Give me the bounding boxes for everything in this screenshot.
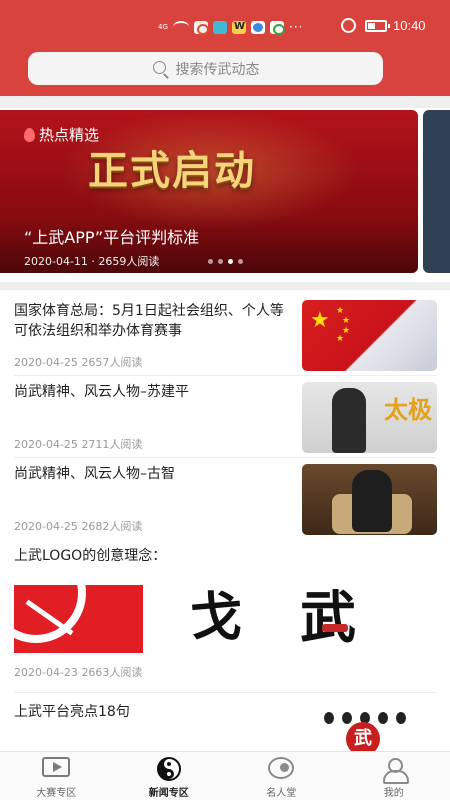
tab-label: 我的 <box>383 788 404 799</box>
news-date: 2020-04-25 <box>14 520 78 533</box>
figure-icon <box>324 712 334 724</box>
section-gap <box>0 282 450 290</box>
news-meta: 2020-04-23 2663人阅读 <box>14 664 142 680</box>
news-thumbnail[interactable]: 武 <box>318 708 418 756</box>
figure-icon <box>396 712 406 724</box>
banner-title[interactable]: “上武APP”平台评判标准 <box>24 224 199 248</box>
logo-calligraphy-wu: 武 <box>300 584 356 652</box>
tab-competition[interactable]: 大赛专区 <box>0 752 113 800</box>
logo-wu-char: 武 <box>300 585 356 651</box>
tab-hall-of-fame[interactable]: 名人堂 <box>225 752 338 800</box>
carousel-dot[interactable] <box>208 259 213 264</box>
news-title[interactable]: 尚武精神、风云人物–苏建平 <box>14 382 296 402</box>
more-dots-icon: ··· <box>289 20 304 34</box>
figure-icon <box>342 712 352 724</box>
wifi-icon <box>173 21 189 33</box>
search-placeholder: 搜索传武动态 <box>175 61 260 78</box>
news-thumbnail[interactable] <box>302 464 437 535</box>
clock: 10:40 <box>393 18 426 33</box>
news-meta: 2020-04-25 2711人阅读 <box>14 436 142 452</box>
news-title[interactable]: 上武平台亮点18句 <box>14 702 296 722</box>
logo-gallery[interactable]: 戈 武 <box>0 584 450 654</box>
banner-headline: 正式启动 <box>88 147 256 194</box>
star-icon: ★ <box>342 316 351 326</box>
news-item[interactable]: 国家体育总局：5月1日起社会组织、个人等可依法组织和举办体育赛事 2020-04… <box>0 296 450 374</box>
star-icon: ★ <box>310 308 330 333</box>
logo-red-accent <box>322 624 348 632</box>
flame-icon <box>24 127 35 142</box>
star-icon: ★ <box>336 334 345 344</box>
carousel-dot[interactable] <box>228 259 233 264</box>
hot-banner[interactable]: 热点精选 正式启动 “上武APP”平台评判标准 2020-04-11 · 265… <box>0 110 418 273</box>
news-meta: 2020-04-25 2657人阅读 <box>14 354 142 370</box>
news-date: 2020-04-25 <box>14 356 78 369</box>
news-thumbnail[interactable]: ★ ★ ★ ★ ★ <box>302 300 437 371</box>
play-icon <box>42 757 71 777</box>
tab-label: 新闻专区 <box>148 788 189 799</box>
taiji-calligraphy: 太极 <box>384 395 432 424</box>
tab-label: 大赛专区 <box>36 788 77 799</box>
portrait-figure <box>352 470 392 532</box>
hall-of-fame-icon <box>268 757 295 779</box>
search-input[interactable]: 搜索传武动态 <box>28 52 383 85</box>
app-header: 4G ··· 10:40 搜索传武动态 <box>0 0 450 96</box>
martial-artist-figure <box>332 388 366 453</box>
carousel-dot[interactable] <box>218 259 223 264</box>
logo-image-red <box>14 585 143 653</box>
weibo-icon <box>251 20 265 34</box>
star-icon: ★ <box>336 306 345 316</box>
news-reads: 2711人阅读 <box>81 438 143 451</box>
figure-icon <box>378 712 388 724</box>
bottom-tab-bar: 大赛专区 新闻专区 名人堂 我的 <box>0 751 450 800</box>
news-reads: 2657人阅读 <box>81 356 143 369</box>
signal-icon: 4G <box>158 22 168 31</box>
news-date: 2020-04-23 <box>14 666 78 679</box>
app-notification-icon <box>232 20 246 34</box>
carousel-dot[interactable] <box>238 259 243 264</box>
tab-news[interactable]: 新闻专区 <box>113 752 226 800</box>
divider <box>14 375 436 376</box>
divider <box>14 457 436 458</box>
logo-calligraphy-ge: 戈 <box>190 587 243 648</box>
battery-icon <box>365 20 390 32</box>
news-title[interactable]: 上武LOGO的创意理念： <box>14 546 434 566</box>
app-notification-icon <box>194 20 209 35</box>
carousel-indicator <box>208 259 243 264</box>
tab-profile[interactable]: 我的 <box>338 752 450 800</box>
banner-meta: 2020-04-11 · 2659人阅读 <box>24 255 160 268</box>
news-date: 2020-04-25 <box>14 438 78 451</box>
divider <box>14 692 436 693</box>
yin-yang-icon <box>156 757 181 781</box>
battery-level <box>368 23 375 29</box>
message-icon <box>270 20 285 35</box>
news-reads: 2682人阅读 <box>81 520 143 533</box>
news-meta: 2020-04-25 2682人阅读 <box>14 518 142 534</box>
profile-icon <box>381 757 409 784</box>
news-item[interactable]: 尚武精神、风云人物–古智 2020-04-25 2682人阅读 <box>0 460 450 538</box>
status-icons: 4G ··· <box>158 18 303 36</box>
search-icon <box>152 60 170 78</box>
status-bar: 4G ··· 10:40 <box>0 14 450 40</box>
tab-label: 名人堂 <box>266 788 297 799</box>
news-reads: 2663人阅读 <box>81 666 143 679</box>
news-title[interactable]: 尚武精神、风云人物–古智 <box>14 464 296 484</box>
news-item[interactable]: 尚武精神、风云人物–苏建平 2020-04-25 2711人阅读 太极 <box>0 378 450 456</box>
app-notification-icon <box>213 20 227 34</box>
alarm-icon <box>341 18 356 33</box>
section-gap <box>0 96 450 108</box>
news-title[interactable]: 国家体育总局：5月1日起社会组织、个人等可依法组织和举办体育赛事 <box>14 301 296 341</box>
news-thumbnail[interactable]: 太极 <box>302 382 437 453</box>
next-banner-preview[interactable] <box>423 110 450 273</box>
